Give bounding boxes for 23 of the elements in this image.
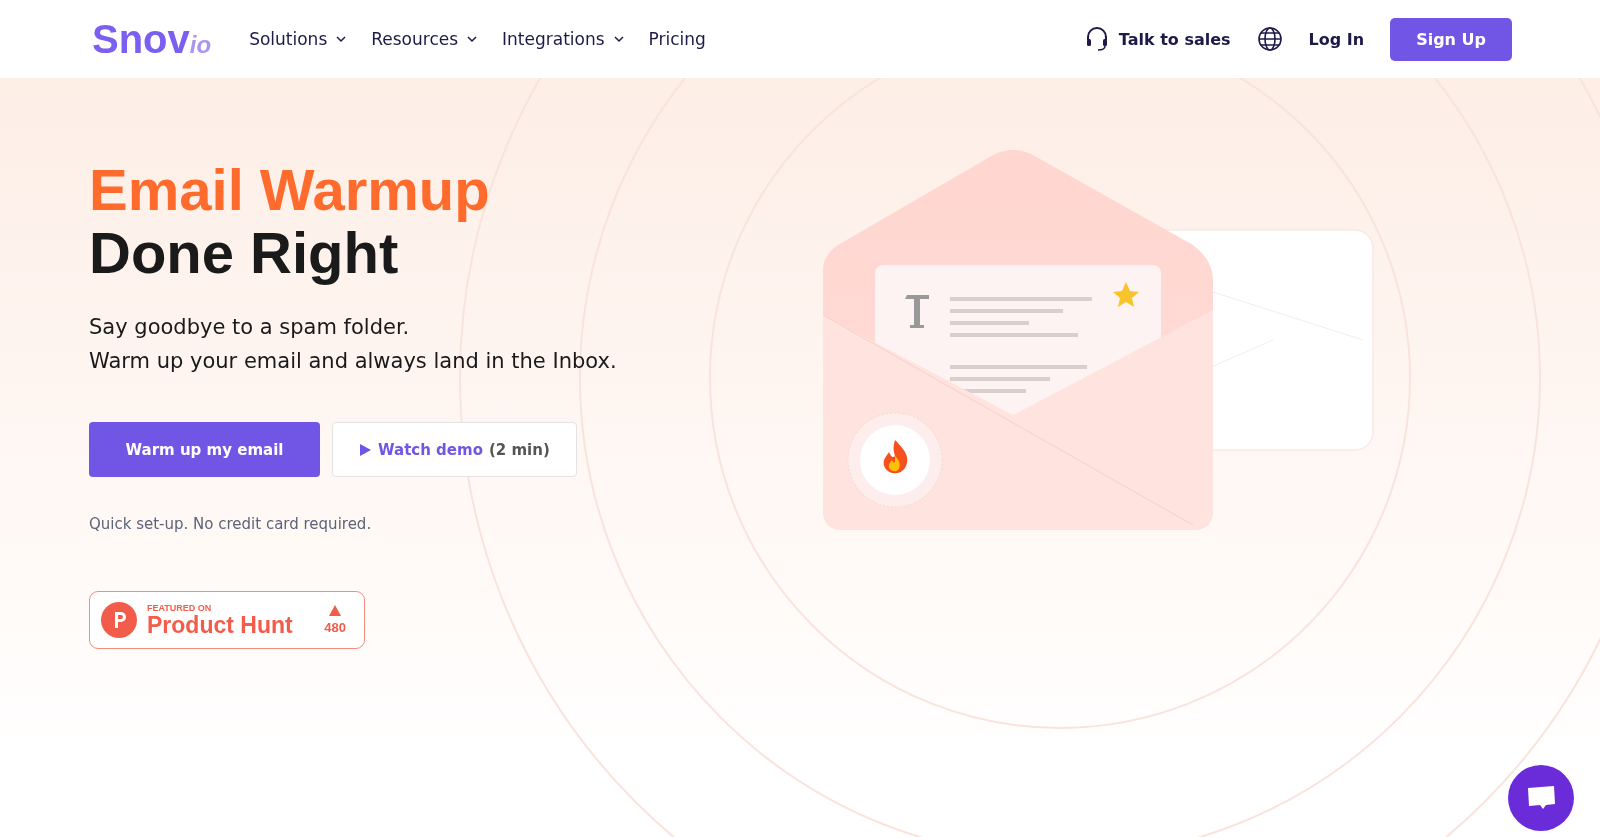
- upvote-triangle-icon: [329, 605, 342, 616]
- hero-subtitle: Say goodbye to a spam folder.: [89, 314, 411, 341]
- product-hunt-logo-icon: [101, 602, 137, 638]
- chevron-down-icon: [466, 35, 479, 43]
- login-link[interactable]: Log In: [1308, 29, 1365, 49]
- nav-link[interactable]: Solutions: [249, 29, 348, 49]
- sign-up-button[interactable]: Sign Up: [1390, 17, 1512, 61]
- hero-title-accent: Email Warmup: [89, 158, 491, 221]
- nav-link[interactable]: Resources: [371, 29, 479, 49]
- chevron-down-icon: [612, 35, 625, 43]
- warm-up-button[interactable]: Warm up my email: [89, 422, 320, 477]
- nav-link[interactable]: Integrations: [502, 29, 625, 49]
- hero-subtitle: Warm up your email and always land in the Inbox.: [89, 348, 618, 375]
- talk-to-sales-link[interactable]: Talk to sales: [1084, 26, 1231, 52]
- no-credit-card-note: Quick set-up. No credit card required.: [89, 515, 373, 533]
- nav-link[interactable]: Pricing: [648, 29, 706, 49]
- hero-title: Done Right: [89, 221, 399, 284]
- globe-icon[interactable]: [1256, 26, 1283, 52]
- play-icon: [359, 442, 372, 457]
- logo[interactable]: Snovio: [92, 16, 212, 62]
- headset-icon: [1084, 26, 1109, 52]
- watch-demo-button[interactable]: Watch demo (2 min): [332, 422, 577, 477]
- chevron-down-icon: [335, 35, 348, 43]
